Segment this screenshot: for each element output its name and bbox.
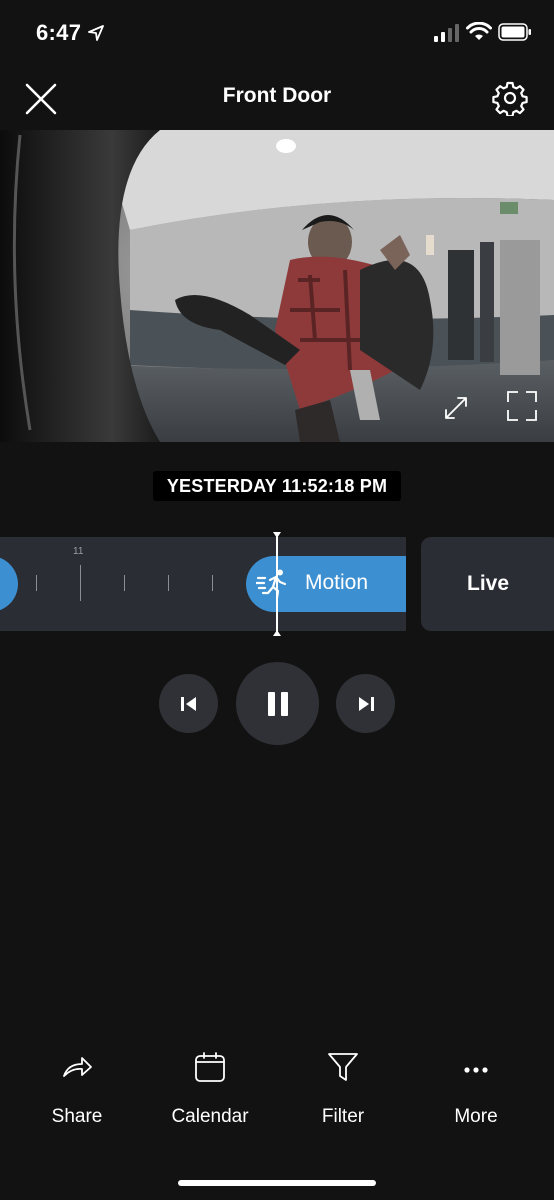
wifi-icon	[466, 22, 492, 40]
gear-icon[interactable]	[492, 80, 528, 116]
video-frame	[0, 130, 554, 442]
video-player[interactable]	[0, 130, 554, 442]
live-button[interactable]: Live	[421, 537, 554, 631]
timeline-tick	[124, 575, 125, 591]
battery-icon	[498, 23, 531, 41]
funnel-icon	[328, 1053, 358, 1081]
filter-button[interactable]: Filter	[288, 1050, 398, 1150]
location-arrow-icon	[88, 25, 104, 41]
more-label: More	[454, 1106, 498, 1127]
previous-event-marker[interactable]	[0, 556, 18, 612]
page-title: Front Door	[222, 84, 332, 107]
signal-icon	[434, 24, 459, 42]
calendar-label: Calendar	[171, 1106, 249, 1127]
pause-icon	[267, 691, 288, 716]
event-timeline[interactable]: 11 Motion	[0, 537, 406, 631]
status-time: 6:47	[36, 20, 82, 45]
previous-event-button[interactable]	[159, 674, 218, 733]
motion-event-button[interactable]: Motion	[246, 556, 406, 612]
pause-button[interactable]	[236, 662, 319, 745]
home-indicator[interactable]	[178, 1180, 376, 1186]
share-button[interactable]: Share	[22, 1050, 132, 1150]
timeline-tick	[80, 565, 81, 601]
video-timestamp: YESTERDAY 11:52:18 PM	[153, 471, 401, 501]
timeline-tick	[36, 575, 37, 591]
timeline-tick	[212, 575, 213, 591]
skip-next-icon	[358, 696, 374, 711]
running-person-icon	[256, 569, 287, 600]
timeline-playhead[interactable]	[276, 532, 278, 636]
timeline-hour-label: 11	[73, 546, 84, 557]
share-arrow-icon	[63, 1057, 92, 1077]
motion-event-label: Motion	[305, 571, 369, 594]
playhead-top-marker	[273, 532, 281, 538]
ellipsis-icon	[464, 1067, 488, 1073]
playhead-bottom-marker	[273, 630, 281, 636]
calendar-icon	[195, 1052, 225, 1082]
share-label: Share	[51, 1106, 103, 1127]
filter-label: Filter	[321, 1106, 365, 1127]
more-button[interactable]: More	[421, 1050, 531, 1150]
calendar-button[interactable]: Calendar	[155, 1050, 265, 1150]
timeline-tick	[168, 575, 169, 591]
skip-previous-icon	[180, 696, 196, 711]
next-event-button[interactable]	[336, 674, 395, 733]
